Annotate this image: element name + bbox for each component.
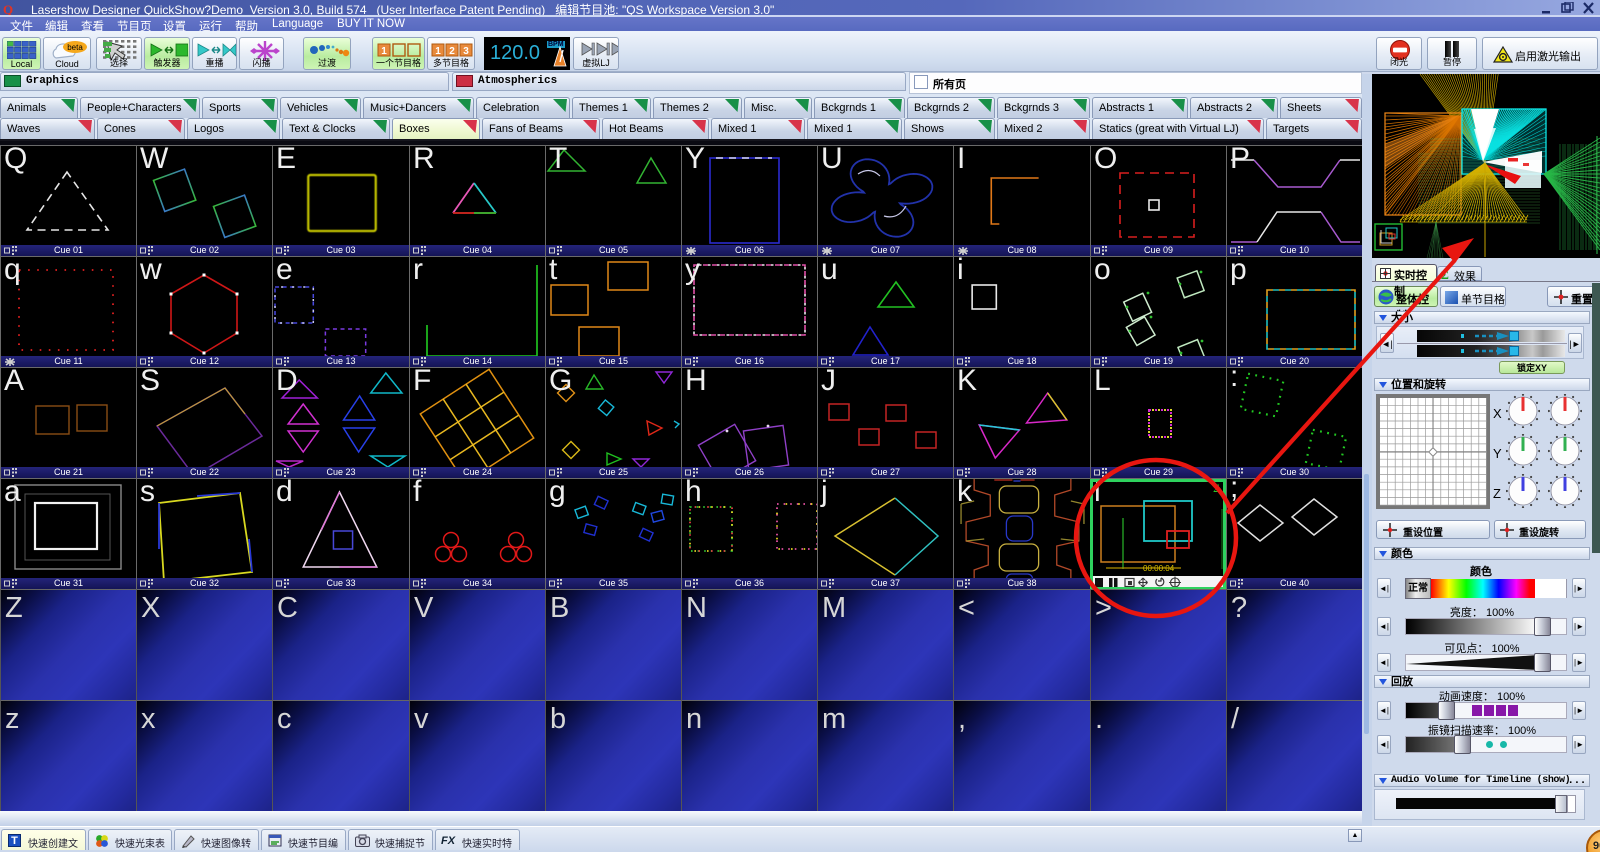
svg-text:beta: beta <box>67 43 83 52</box>
